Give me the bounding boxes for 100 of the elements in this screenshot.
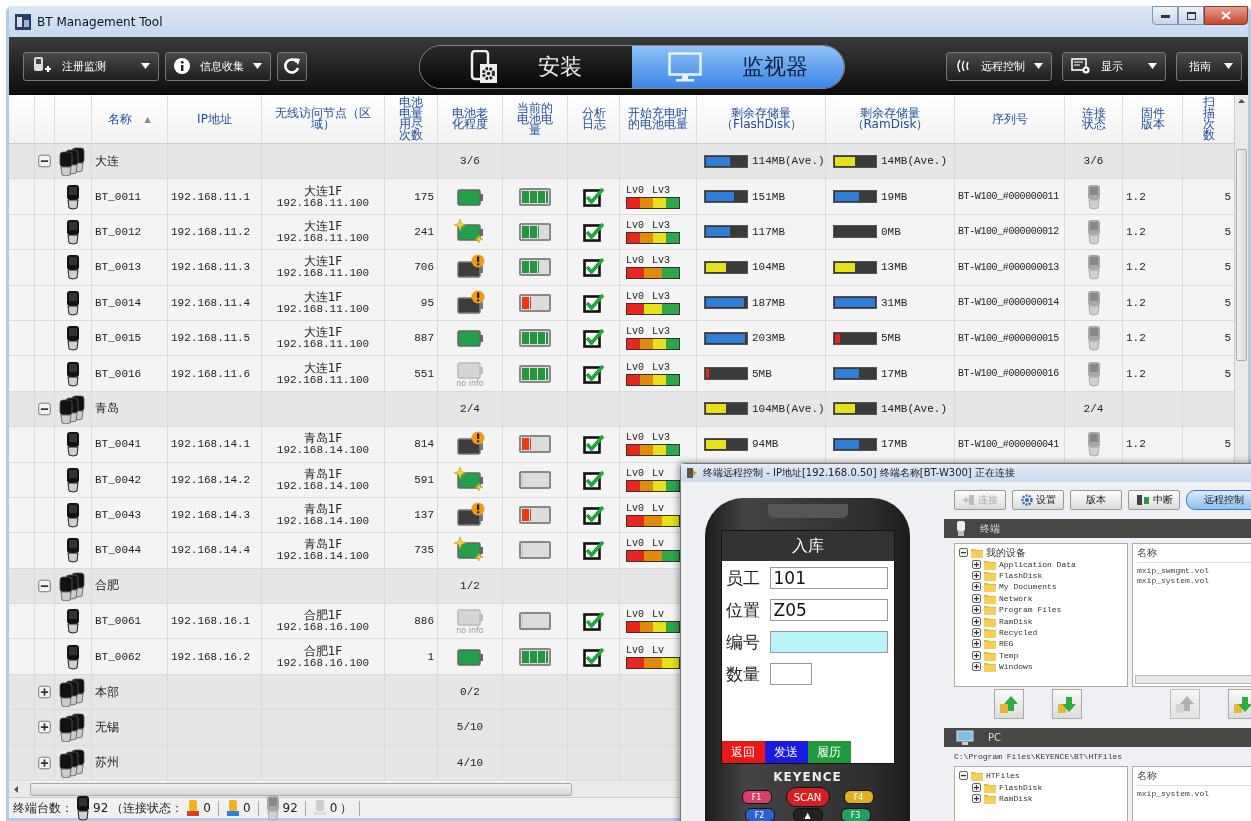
remote-toolbar-button[interactable]: 版本 — [1070, 490, 1122, 510]
hardware-key[interactable]: SCAN — [785, 787, 830, 807]
file-item[interactable]: mxip_system.vol — [1137, 576, 1251, 585]
expand-icon[interactable] — [972, 559, 981, 569]
connected-count: 3/6 — [1083, 155, 1104, 168]
expand-icon[interactable] — [972, 782, 981, 792]
checkbox[interactable] — [582, 328, 605, 349]
scan-count: 5 — [1224, 190, 1231, 203]
checkbox[interactable] — [582, 611, 605, 632]
remote-toolbar-button[interactable]: 设置 — [1012, 490, 1064, 510]
header-cell[interactable]: 序列号 — [955, 95, 1065, 143]
tree-item[interactable]: FlashDisk — [999, 570, 1043, 580]
toolbar-dropdown[interactable]: 远程控制 — [946, 51, 1052, 81]
checkbox[interactable] — [582, 257, 605, 278]
download-button[interactable] — [1228, 689, 1251, 719]
tree-item[interactable]: My Documents — [999, 582, 1057, 592]
collapse-icon[interactable] — [959, 771, 968, 781]
input-field[interactable] — [769, 631, 888, 653]
folder-icon — [984, 569, 996, 581]
mode-tab[interactable]: 安装 — [420, 46, 632, 88]
tree-item[interactable]: RamDisk — [999, 616, 1033, 626]
header-cell[interactable]: 名称 ▲ — [92, 95, 168, 143]
scrollbar-thumb[interactable] — [1236, 149, 1247, 361]
header-cell[interactable]: 剩余存储量（FlashDisk） — [697, 95, 826, 143]
checkbox[interactable] — [582, 434, 605, 455]
header-cell[interactable]: 分析日志 — [568, 95, 620, 143]
tree-item[interactable]: Network — [999, 593, 1033, 603]
horizontal-scrollbar[interactable] — [1135, 675, 1251, 684]
header-cell[interactable]: IP地址 — [168, 95, 262, 143]
input-field[interactable]: 101 — [769, 567, 888, 589]
tree-item[interactable]: 我的设备 — [986, 545, 1026, 560]
checkbox[interactable] — [582, 646, 605, 667]
level-max-label: Lv — [652, 644, 665, 656]
ip-address: 192.168.14.1 — [171, 438, 251, 451]
soft-key[interactable]: 发送 — [764, 741, 808, 763]
tree-item[interactable]: Windows — [999, 662, 1033, 672]
expand-icon[interactable] — [972, 582, 981, 592]
maximize-button[interactable] — [1178, 6, 1204, 25]
checkbox[interactable] — [582, 221, 605, 242]
input-field[interactable] — [769, 663, 812, 685]
tree-item[interactable]: Recycled — [999, 627, 1038, 637]
header-cell[interactable]: 电池电量用尽次数 — [385, 95, 438, 143]
checkbox[interactable] — [582, 469, 605, 490]
expand-icon[interactable] — [972, 650, 981, 660]
firmware-version: 1.2 — [1126, 296, 1146, 309]
expand-icon[interactable] — [972, 639, 981, 649]
header-cell[interactable]: 剩余存储量（RamDisk） — [826, 95, 955, 143]
checkbox[interactable] — [582, 505, 605, 526]
hardware-key[interactable]: F1 — [741, 790, 772, 804]
tree-item[interactable]: REG — [999, 639, 1014, 649]
download-button[interactable] — [1052, 689, 1082, 719]
expand-icon[interactable] — [972, 793, 981, 803]
folder-icon — [984, 661, 996, 673]
header-cell[interactable]: 固件版本 — [1123, 95, 1183, 143]
access-point-ip: 192.168.16.100 — [276, 656, 370, 669]
header-cell[interactable]: 当前的电池电量 — [503, 95, 568, 143]
hardware-key[interactable]: F2 — [744, 808, 775, 821]
header-cell[interactable]: 连接状态 — [1065, 95, 1123, 143]
expand-icon[interactable] — [972, 605, 981, 615]
toolbar-dropdown[interactable]: 显示 — [1062, 51, 1166, 81]
file-item[interactable]: mxip_system.vol — [1137, 789, 1251, 798]
header-cell[interactable]: 开始充电时的电池电量 — [620, 95, 697, 143]
file-item[interactable]: mxip_swmgmt.vol — [1137, 566, 1251, 575]
tree-item[interactable]: HTFiles — [986, 771, 1020, 781]
expand-icon[interactable] — [972, 662, 981, 672]
collapse-icon[interactable] — [959, 548, 968, 558]
minimize-button[interactable] — [1152, 6, 1178, 25]
upload-button[interactable] — [994, 689, 1024, 719]
checkbox[interactable] — [582, 292, 605, 313]
soft-key[interactable]: 履历 — [807, 741, 851, 763]
checkbox[interactable] — [582, 540, 605, 561]
column-header[interactable]: 名称 — [1137, 769, 1251, 786]
close-button[interactable] — [1204, 6, 1248, 25]
expand-icon[interactable] — [972, 570, 981, 580]
remote-toolbar-button[interactable]: 远程控制 — [1186, 490, 1251, 510]
tree-item[interactable]: FlashDisk — [999, 782, 1043, 792]
soft-key[interactable]: 返回 — [721, 741, 765, 763]
toolbar-dropdown[interactable]: 注册监测 — [23, 51, 159, 81]
expand-icon[interactable] — [972, 627, 981, 637]
device-name: BT_0011 — [95, 190, 142, 203]
hardware-key[interactable]: ▲ — [792, 808, 823, 821]
checkbox[interactable] — [582, 363, 605, 384]
toolbar-dropdown[interactable]: 指南 — [1176, 51, 1242, 81]
expand-icon[interactable] — [972, 616, 981, 626]
refresh-button[interactable] — [277, 51, 307, 81]
input-field[interactable]: Z05 — [769, 599, 888, 621]
expand-icon[interactable] — [972, 593, 981, 603]
tree-item[interactable]: Program Files — [999, 605, 1062, 615]
checkbox[interactable] — [582, 186, 605, 207]
header-cell[interactable]: 无线访问节点（区域） — [262, 95, 385, 143]
header-cell[interactable]: 电池老化程度 — [438, 95, 503, 143]
remote-toolbar-button[interactable]: 中断 — [1128, 490, 1180, 510]
tree-item[interactable]: RamDisk — [999, 793, 1033, 803]
mode-tab[interactable]: 监视器 — [632, 46, 844, 88]
handheld-device-icon — [66, 466, 80, 493]
tree-item[interactable]: Application Data — [999, 559, 1076, 569]
column-header[interactable]: 名称 — [1137, 546, 1251, 563]
tree-item[interactable]: Temp — [999, 650, 1019, 660]
scrollbar-thumb[interactable] — [30, 783, 572, 796]
toolbar-dropdown[interactable]: 信息收集 — [165, 51, 271, 81]
